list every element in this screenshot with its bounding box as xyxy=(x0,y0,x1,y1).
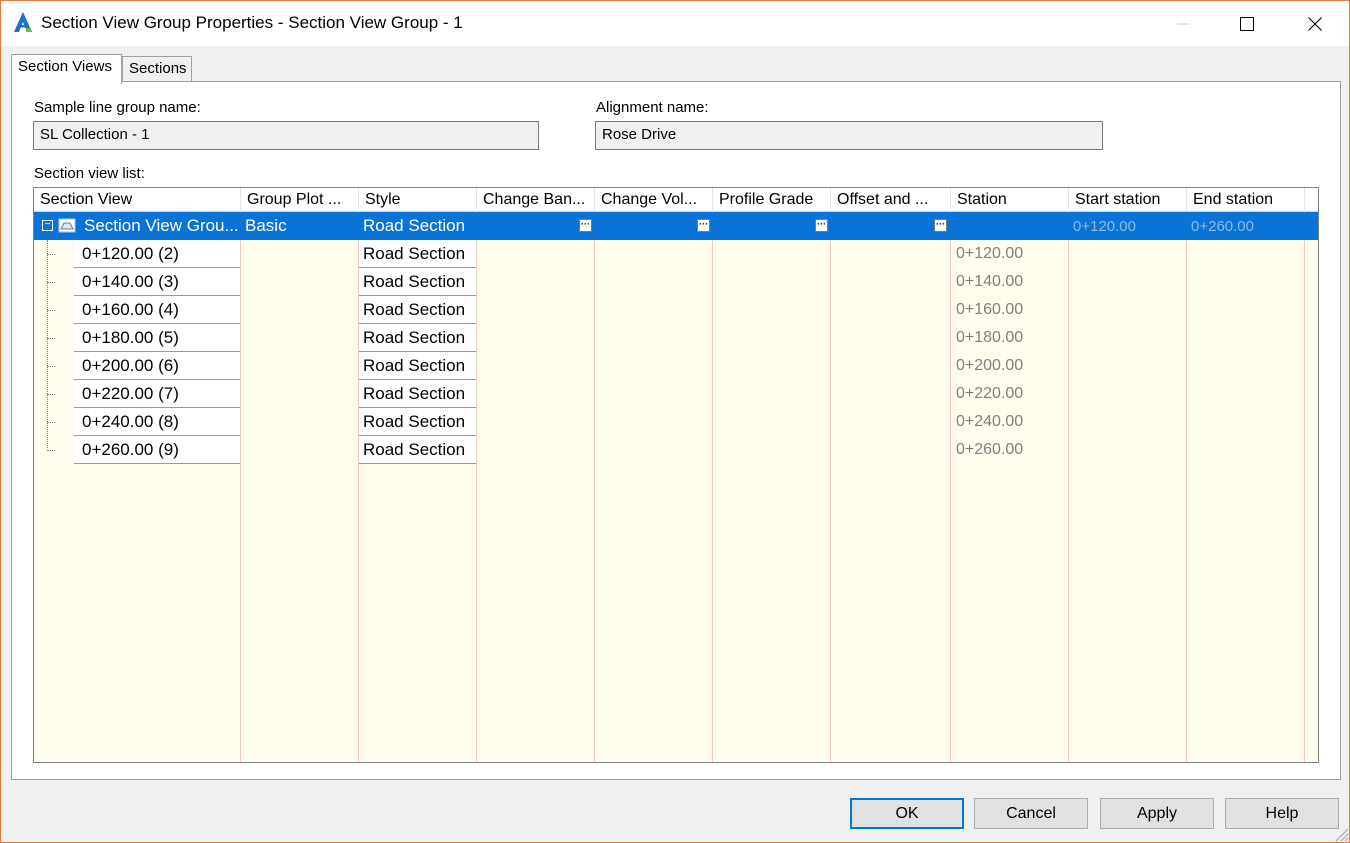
minimize-icon xyxy=(1177,23,1189,24)
alignment-label: Alignment name: xyxy=(596,99,709,116)
ellipsis-button-icon[interactable]: ··· xyxy=(934,219,947,232)
table-row[interactable]: 0+220.00 (7) xyxy=(74,380,240,408)
tree-connector xyxy=(47,240,48,448)
table-row[interactable]: 0+200.00 (6) xyxy=(74,352,240,380)
col-section-view[interactable]: Section View xyxy=(34,188,241,212)
tree-connector xyxy=(47,254,55,255)
tree-connector xyxy=(47,394,55,395)
section-view-group-icon xyxy=(58,218,76,233)
column-divider xyxy=(1304,212,1305,762)
col-change-band[interactable]: Change Ban... xyxy=(477,188,595,212)
table-row[interactable]: 0+240.00 (8) xyxy=(74,408,240,436)
tab-sections[interactable]: Sections xyxy=(122,56,192,82)
style-cell[interactable]: Road Section xyxy=(359,268,476,296)
table-row[interactable]: 0+180.00 (5) xyxy=(74,324,240,352)
station-cell: 0+200.00 xyxy=(956,357,1024,374)
sample-line-group-label: Sample line group name: xyxy=(34,99,201,116)
station-cell: 0+260.00 xyxy=(956,441,1024,458)
section-view-list-label: Section view list: xyxy=(34,165,145,182)
station-cell: 0+160.00 xyxy=(956,301,1024,318)
station-cell: 0+220.00 xyxy=(956,385,1024,402)
window-title: Section View Group Properties - Section … xyxy=(41,13,463,32)
tab-section-views[interactable]: Section Views xyxy=(11,54,122,84)
table-row[interactable]: 0+160.00 (4) xyxy=(74,296,240,324)
title-bar[interactable]: Section View Group Properties - Section … xyxy=(1,1,1349,46)
autocad-civil-icon xyxy=(14,12,32,32)
tree-connector xyxy=(47,422,55,423)
style-cell[interactable]: Road Section xyxy=(359,324,476,352)
table-row[interactable]: 0+260.00 (9) xyxy=(74,436,240,464)
group-plot-value[interactable]: Basic xyxy=(241,212,357,240)
collapse-icon[interactable]: − xyxy=(42,220,53,231)
col-station[interactable]: Station xyxy=(951,188,1069,212)
ok-button[interactable]: OK xyxy=(850,798,964,829)
column-divider xyxy=(240,212,241,762)
grid-header: Section View Group Plot ... Style Change… xyxy=(34,188,1318,212)
dialog-window: Section View Group Properties - Section … xyxy=(0,0,1350,843)
tree-connector xyxy=(47,450,55,451)
ellipsis-button-icon[interactable]: ··· xyxy=(815,219,828,232)
table-row[interactable]: 0+120.00 (2) xyxy=(74,240,240,268)
help-button[interactable]: Help xyxy=(1225,798,1339,829)
col-offset[interactable]: Offset and ... xyxy=(831,188,951,212)
sample-line-group-field[interactable]: SL Collection - 1 xyxy=(33,121,539,150)
cancel-button[interactable]: Cancel xyxy=(974,798,1088,829)
column-divider xyxy=(476,212,477,762)
tree-connector xyxy=(47,338,55,339)
resize-grip-icon[interactable] xyxy=(1331,824,1349,842)
tree-connector xyxy=(47,310,55,311)
group-style-value[interactable]: Road Section xyxy=(359,212,475,240)
ellipsis-button-icon[interactable]: ··· xyxy=(579,219,592,232)
group-start-station: 0+120.00 xyxy=(1073,218,1136,235)
station-cell: 0+120.00 xyxy=(956,245,1024,262)
col-profile-grade[interactable]: Profile Grade xyxy=(713,188,831,212)
tree-connector xyxy=(47,282,55,283)
ellipsis-button-icon[interactable]: ··· xyxy=(697,219,710,232)
close-icon xyxy=(1308,16,1322,31)
minimize-button[interactable] xyxy=(1151,1,1215,46)
column-divider xyxy=(1068,212,1069,762)
col-change-volume[interactable]: Change Vol... xyxy=(595,188,713,212)
column-divider xyxy=(830,212,831,762)
group-section-view-name[interactable]: Section View Grou... xyxy=(80,212,240,240)
style-cell[interactable]: Road Section xyxy=(359,296,476,324)
column-divider xyxy=(1186,212,1187,762)
apply-button[interactable]: Apply xyxy=(1100,798,1214,829)
col-style[interactable]: Style xyxy=(359,188,477,212)
style-cell[interactable]: Road Section xyxy=(359,352,476,380)
tree-connector xyxy=(47,366,55,367)
style-cell[interactable]: Road Section xyxy=(359,240,476,268)
column-divider xyxy=(712,212,713,762)
station-cell: 0+240.00 xyxy=(956,413,1024,430)
style-cell[interactable]: Road Section xyxy=(359,408,476,436)
close-button[interactable] xyxy=(1283,1,1347,46)
alignment-field[interactable]: Rose Drive xyxy=(595,121,1103,150)
style-cell[interactable]: Road Section xyxy=(359,436,476,464)
col-group-plot[interactable]: Group Plot ... xyxy=(241,188,359,212)
maximize-button[interactable] xyxy=(1215,1,1279,46)
table-row-group[interactable]: − Section View Grou... Basic Road Sectio… xyxy=(34,212,1318,240)
maximize-icon xyxy=(1240,16,1254,31)
section-view-grid: Section View Group Plot ... Style Change… xyxy=(33,187,1319,763)
group-end-station: 0+260.00 xyxy=(1191,218,1254,235)
table-row[interactable]: 0+140.00 (3) xyxy=(74,268,240,296)
station-cell: 0+140.00 xyxy=(956,273,1024,290)
style-cell[interactable]: Road Section xyxy=(359,380,476,408)
col-end-station[interactable]: End station xyxy=(1187,188,1305,212)
station-cell: 0+180.00 xyxy=(956,329,1024,346)
column-divider xyxy=(594,212,595,762)
col-start-station[interactable]: Start station xyxy=(1069,188,1187,212)
